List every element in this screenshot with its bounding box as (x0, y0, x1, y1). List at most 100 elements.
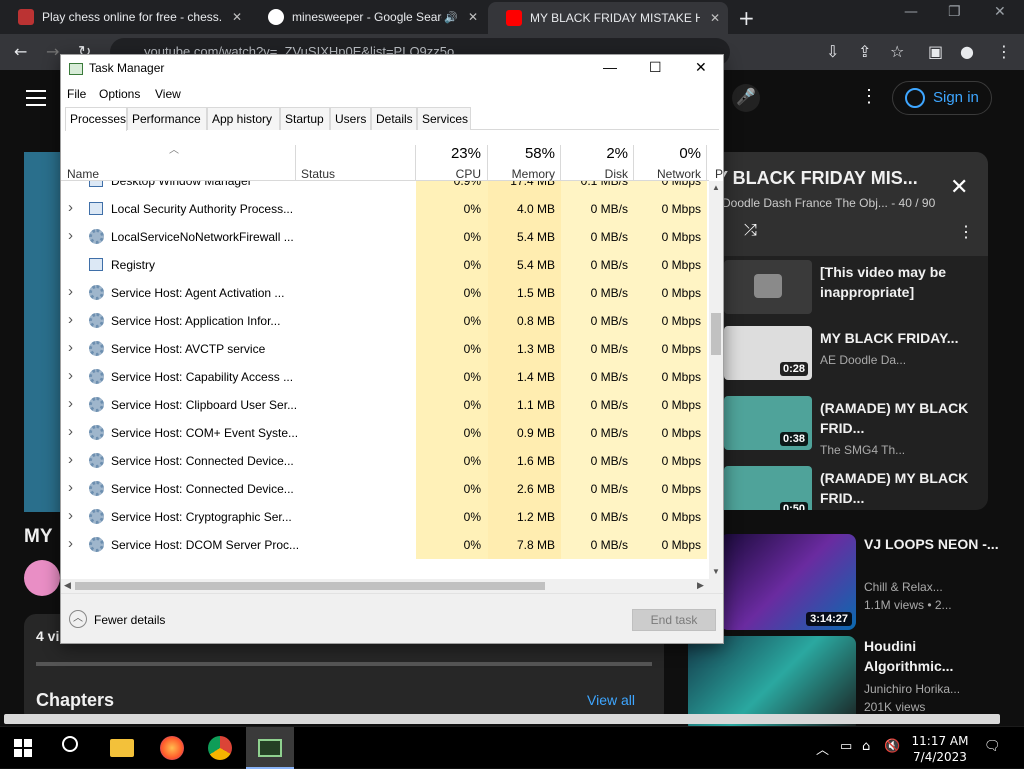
profile-icon[interactable]: ● (960, 42, 974, 61)
chevron-right-icon[interactable]: › (68, 451, 73, 468)
tab-performance[interactable]: Performance (127, 107, 207, 130)
start-button[interactable] (0, 727, 48, 769)
sign-in-button[interactable]: Sign in (892, 81, 992, 115)
new-tab-button[interactable]: + (738, 6, 755, 30)
tab-close-icon[interactable]: ✕ (468, 10, 478, 24)
process-row[interactable]: › Service Host: AVCTP service 0% 1.3 MB 0 MB… (61, 335, 709, 363)
video-player[interactable] (24, 152, 64, 512)
playlist-title[interactable]: Y BLACK FRIDAY MIS... (716, 168, 918, 189)
chevron-right-icon[interactable]: › (68, 227, 73, 244)
column-disk[interactable]: Disk (561, 167, 628, 181)
hamburger-menu-icon[interactable] (26, 90, 46, 106)
process-row[interactable]: › Service Host: Connected Device... 0% 2.6 … (61, 475, 709, 503)
chevron-up-icon[interactable]: ︿ (69, 610, 87, 628)
channel-avatar[interactable] (24, 560, 60, 596)
tab-processes[interactable]: Processes (65, 107, 127, 131)
tab-youtube[interactable]: MY BLACK FRIDAY MISTAKE Has ✕ (488, 2, 728, 34)
tab-close-icon[interactable]: ✕ (710, 11, 720, 25)
playlist-menu-icon[interactable]: ⋮ (958, 222, 974, 242)
tab-users[interactable]: Users (330, 107, 371, 130)
chevron-right-icon[interactable]: › (68, 311, 73, 328)
chevron-right-icon[interactable]: › (68, 283, 73, 300)
close-icon[interactable]: ✕ (695, 59, 707, 76)
playlist-item[interactable]: 0:28 MY BLACK FRIDAY... AE Doodle Da... (724, 326, 974, 396)
file-explorer-button[interactable] (98, 727, 146, 769)
title-bar[interactable]: Task Manager — ☐ ✕ (61, 55, 723, 83)
menu-options[interactable]: Options (99, 87, 140, 101)
chevron-right-icon[interactable]: › (68, 367, 73, 384)
playlist-item[interactable]: 0:38 (RAMADE) MY BLACK FRID... The SMG4 … (724, 396, 974, 466)
chevron-right-icon[interactable]: › (68, 423, 73, 440)
menu-file[interactable]: File (67, 87, 86, 101)
tab-startup[interactable]: Startup (280, 107, 330, 130)
minimize-icon[interactable]: — (904, 4, 918, 20)
volume-muted-icon[interactable]: 🔇 (884, 739, 900, 754)
horizontal-scrollbar[interactable] (4, 714, 1000, 724)
speaker-icon[interactable]: 🔊 (444, 11, 458, 24)
process-row[interactable]: › Service Host: COM+ Event Syste... 0% 0.9 … (61, 419, 709, 447)
close-icon[interactable]: ✕ (950, 174, 968, 200)
chrome-button[interactable] (196, 727, 244, 769)
process-row[interactable]: › Service Host: Connected Device... 0% 1.6 … (61, 447, 709, 475)
process-row[interactable]: › Service Host: DCOM Server Proc... 0% 7.8 … (61, 531, 709, 559)
recommended-video[interactable]: 3:14:27 VJ LOOPS NEON -... Chill & Relax… (720, 534, 1010, 630)
chevron-right-icon[interactable]: › (68, 199, 73, 216)
network-percent[interactable]: 0% (635, 145, 701, 162)
column-network[interactable]: Network (635, 167, 701, 181)
process-row[interactable]: › Service Host: Capability Access ... 0% 1.… (61, 363, 709, 391)
tab-services[interactable]: Services (417, 107, 471, 130)
scroll-thumb[interactable] (75, 582, 545, 590)
scroll-right-icon[interactable]: ▶ (697, 580, 704, 591)
bookmark-star-icon[interactable]: ☆ (890, 42, 904, 61)
process-row[interactable]: › Service Host: Clipboard User Ser... 0% 1.… (61, 391, 709, 419)
scroll-left-icon[interactable]: ◀ (64, 580, 71, 591)
process-row[interactable]: › Local Security Authority Process... 0% 4.… (61, 195, 709, 223)
process-row[interactable]: › Service Host: Application Infor... 0% 0.8… (61, 307, 709, 335)
column-cpu[interactable]: CPU (417, 167, 481, 181)
menu-view[interactable]: View (155, 87, 181, 101)
tab-minesweeper[interactable]: minesweeper - Google Search 🔊 ✕ (250, 0, 486, 34)
chevron-right-icon[interactable]: › (68, 535, 73, 552)
search-button[interactable] (48, 727, 96, 769)
back-icon[interactable]: ← (14, 42, 27, 61)
firefox-button[interactable] (148, 727, 196, 769)
chevron-right-icon[interactable]: › (68, 339, 73, 356)
chrome-menu-icon[interactable]: ⋮ (996, 42, 1012, 61)
battery-icon[interactable]: ▭ (840, 739, 852, 754)
playlist-item[interactable]: 0:50 (RAMADE) MY BLACK FRID... (724, 466, 974, 510)
column-name[interactable]: Name (67, 167, 99, 181)
tab-app-history[interactable]: App history (207, 107, 280, 130)
restore-icon[interactable]: ❐ (948, 4, 961, 20)
end-task-button[interactable]: End task (632, 609, 716, 631)
forward-icon[interactable]: → (46, 42, 59, 61)
minimize-icon[interactable]: — (603, 59, 617, 75)
fewer-details-link[interactable]: Fewer details (94, 613, 165, 627)
column-power[interactable]: P (715, 167, 723, 181)
tab-details[interactable]: Details (371, 107, 417, 130)
share-icon[interactable]: ⇪ (858, 42, 871, 61)
playlist-channel[interactable]: Doodle Dash France The Obj... (722, 196, 888, 210)
microphone-icon[interactable]: 🎤 (732, 84, 760, 112)
vertical-scrollbar[interactable]: ▲ ▼ (709, 181, 723, 579)
horizontal-scrollbar[interactable]: ◀ ▶ (61, 579, 723, 593)
process-row[interactable]: › Service Host: Cryptographic Ser... 0% 1.2… (61, 503, 709, 531)
scroll-up-icon[interactable]: ▲ (712, 183, 720, 192)
shuffle-icon[interactable]: ⤮ (744, 222, 757, 240)
scroll-thumb[interactable] (711, 313, 721, 355)
column-memory[interactable]: Memory (489, 167, 555, 181)
cpu-percent[interactable]: 23% (417, 145, 481, 162)
process-row[interactable]: › LocalServiceNoNetworkFirewall ... 0% 5.4 … (61, 223, 709, 251)
process-row[interactable]: Desktop Window Manager 0.9% 17.4 MB 0.1 MB/… (61, 181, 709, 195)
network-icon[interactable]: ⌂ (862, 739, 870, 754)
chevron-right-icon[interactable]: › (68, 479, 73, 496)
more-options-icon[interactable]: ⋮ (860, 86, 878, 107)
chevron-right-icon[interactable]: › (68, 395, 73, 412)
maximize-icon[interactable]: ☐ (649, 59, 662, 76)
clock[interactable]: 11:17 AM 7/4/2023 (904, 733, 976, 765)
scroll-down-icon[interactable]: ▼ (712, 567, 720, 576)
process-row[interactable]: › Service Host: Agent Activation ... 0% 1.5… (61, 279, 709, 307)
column-status[interactable]: Status (301, 167, 335, 181)
memory-percent[interactable]: 58% (489, 145, 555, 162)
chevron-up-icon[interactable]: ︿ (816, 739, 829, 758)
notifications-icon[interactable]: 🗨 (984, 739, 1001, 754)
